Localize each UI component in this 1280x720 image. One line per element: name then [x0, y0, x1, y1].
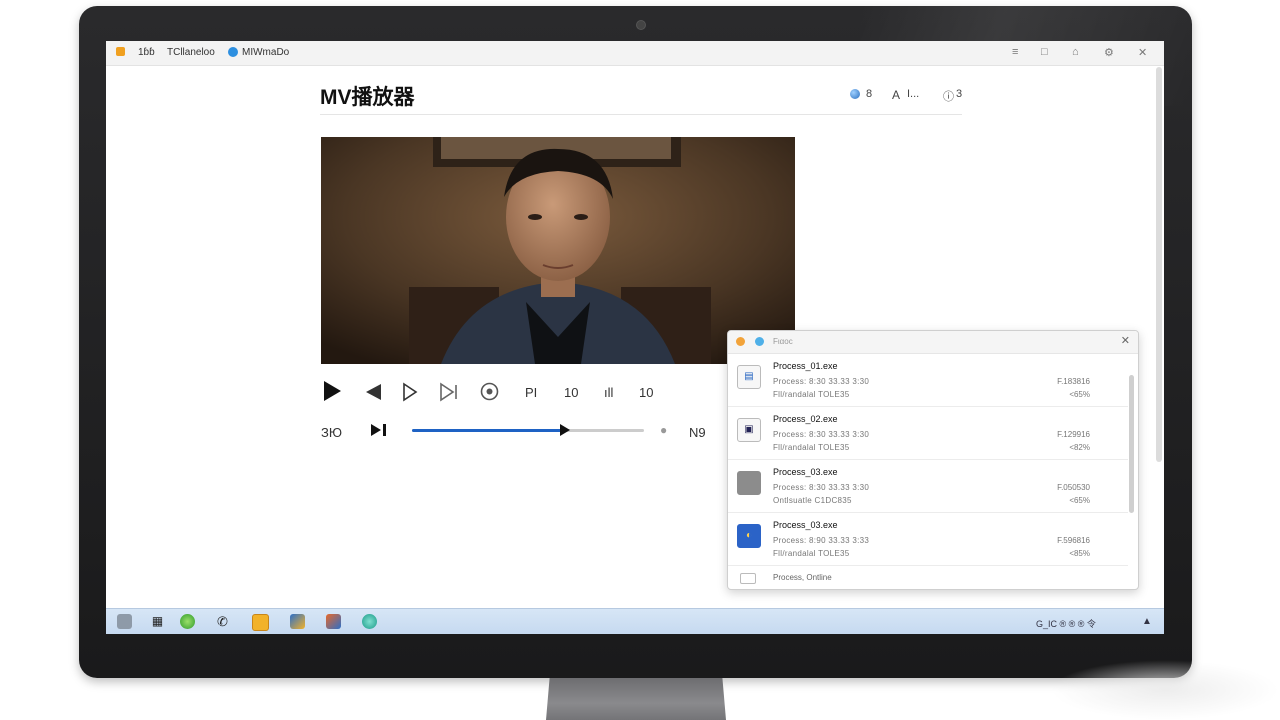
- process-row[interactable]: ▤ Process_01.exe Process: 8:30 33.33 3:3…: [728, 354, 1128, 407]
- chat-icon[interactable]: [362, 614, 377, 629]
- app-icon: [116, 47, 125, 56]
- process-value1: F.050530: [1057, 483, 1090, 492]
- store-icon[interactable]: [290, 614, 305, 629]
- process-value1: F.129916: [1057, 430, 1090, 439]
- panel-close-icon[interactable]: ✕: [1121, 334, 1130, 347]
- process-value1: F.183816: [1057, 377, 1090, 386]
- record-icon[interactable]: [480, 382, 499, 401]
- process-line1: Process: 8:30 33.33 3:30: [773, 430, 870, 439]
- titlebar-tab-3[interactable]: MIWmaDo: [242, 47, 289, 58]
- process-row[interactable]: Process_03.exe Process: 8:30 33.33 3:30 …: [728, 460, 1128, 513]
- screen: 1ɓɓ TCllaneloo MIWmaDo ≡ □ ⌂ ⚙ ✕ MV播放器 8…: [106, 41, 1164, 634]
- header-divider: [320, 114, 962, 115]
- process-name: Process_02.exe: [773, 414, 838, 424]
- blue-dot-icon[interactable]: [755, 337, 764, 346]
- globe-icon[interactable]: [850, 89, 860, 99]
- time-total: N9: [689, 425, 706, 440]
- time-elapsed: ЗЮ: [321, 425, 342, 440]
- minimize-icon[interactable]: [740, 573, 756, 584]
- panel-footer: Process, Ontline: [728, 567, 1138, 589]
- orange-dot-icon[interactable]: [736, 337, 745, 346]
- process-value2: <82%: [1069, 443, 1090, 452]
- next-track-icon[interactable]: [370, 423, 388, 437]
- background-blur: [1050, 660, 1280, 720]
- rewind-icon[interactable]: [366, 384, 381, 400]
- settings-icon[interactable]: ⚙: [1104, 46, 1114, 59]
- process-line2: Fll/randalal TOLE35: [773, 443, 850, 452]
- play-icon[interactable]: [324, 381, 341, 401]
- video-frame[interactable]: [321, 137, 795, 364]
- seek-handle[interactable]: [560, 424, 571, 436]
- window-titlebar: 1ɓɓ TCllaneloo MIWmaDo ≡ □ ⌂ ⚙ ✕: [106, 41, 1164, 66]
- system-tray[interactable]: G_IC ® ® ® 令: [1036, 617, 1096, 630]
- process-row[interactable]: ◐ Process_03.exe Process: 8:90 33.33 3:3…: [728, 513, 1128, 566]
- monitor-stand: [546, 678, 726, 720]
- process-name: Process_03.exe: [773, 520, 838, 530]
- process-value2: <85%: [1069, 549, 1090, 558]
- start-icon[interactable]: ▦: [150, 614, 165, 629]
- playlist-label[interactable]: PI: [525, 385, 537, 400]
- pin-icon[interactable]: ⌂: [1072, 46, 1079, 58]
- webcam-icon: [636, 20, 646, 30]
- volume-icon[interactable]: ●: [660, 423, 667, 437]
- skip-forward-icon[interactable]: [439, 382, 459, 402]
- tray-arrow-icon[interactable]: ▲: [1142, 616, 1152, 627]
- app-blue-icon: ◐: [737, 524, 761, 548]
- process-line2: Fll/randalal TOLE35: [773, 390, 850, 399]
- folder-icon[interactable]: [252, 614, 269, 631]
- restore-icon[interactable]: □: [1041, 46, 1048, 58]
- panel-footer-label: Process, Ontline: [773, 573, 832, 582]
- process-value2: <65%: [1069, 496, 1090, 505]
- panel-titlebar: Fιαοc ✕: [728, 331, 1138, 354]
- process-name: Process_01.exe: [773, 361, 838, 371]
- taskbar: ▦ ✆ G_IC ® ® ® 令 ▲: [106, 608, 1164, 634]
- panel-scrollbar[interactable]: [1129, 375, 1134, 513]
- process-line1: Process: 8:30 33.33 3:30: [773, 483, 870, 492]
- panel-title: Fιαοc: [773, 337, 793, 346]
- process-value1: F.596816: [1057, 536, 1090, 545]
- header-item-3[interactable]: I...: [907, 88, 919, 100]
- titlebar-tab-1[interactable]: 1ɓɓ: [138, 47, 155, 58]
- process-value2: <65%: [1069, 390, 1090, 399]
- phone-icon[interactable]: ✆: [215, 614, 230, 629]
- main-scrollbar[interactable]: [1156, 67, 1162, 462]
- process-line1: Process: 8:90 33.33 3:33: [773, 536, 870, 545]
- step-forward-icon[interactable]: [402, 382, 418, 402]
- header-item-4[interactable]: 3: [956, 88, 962, 100]
- process-row[interactable]: ▣ Process_02.exe Process: 8:30 33.33 3:3…: [728, 407, 1128, 460]
- process-line2: Fll/randalal TOLE35: [773, 549, 850, 558]
- process-line2: Ontlsuatle C1DC835: [773, 496, 852, 505]
- window-blue-icon: ▤: [737, 365, 761, 389]
- value-a: 10: [564, 385, 579, 400]
- font-icon[interactable]: A: [892, 88, 900, 102]
- close-icon[interactable]: ✕: [1138, 46, 1147, 59]
- process-panel: Fιαοc ✕ ▤ Process_01.exe Process: 8:30 3…: [727, 330, 1139, 590]
- globe-icon: [228, 47, 238, 57]
- process-name: Process_03.exe: [773, 467, 838, 477]
- header-item-1[interactable]: 8: [866, 88, 872, 100]
- value-b: 10: [639, 385, 654, 400]
- video-still: [321, 137, 795, 364]
- help-icon[interactable]: ⓘ: [943, 88, 954, 104]
- browser-icon[interactable]: [180, 614, 195, 629]
- seek-progress: [412, 429, 566, 432]
- box-icon: ▣: [737, 418, 761, 442]
- process-line1: Process: 8:30 33.33 3:30: [773, 377, 870, 386]
- media-icon[interactable]: [326, 614, 341, 629]
- gray-square-icon: [737, 471, 761, 495]
- page-title: MV播放器: [320, 86, 415, 109]
- desktop-icon[interactable]: [117, 614, 132, 629]
- bars-icon[interactable]: ıll: [604, 385, 613, 400]
- menu-icon[interactable]: ≡: [1012, 46, 1018, 58]
- titlebar-tab-2[interactable]: TCllaneloo: [167, 47, 215, 58]
